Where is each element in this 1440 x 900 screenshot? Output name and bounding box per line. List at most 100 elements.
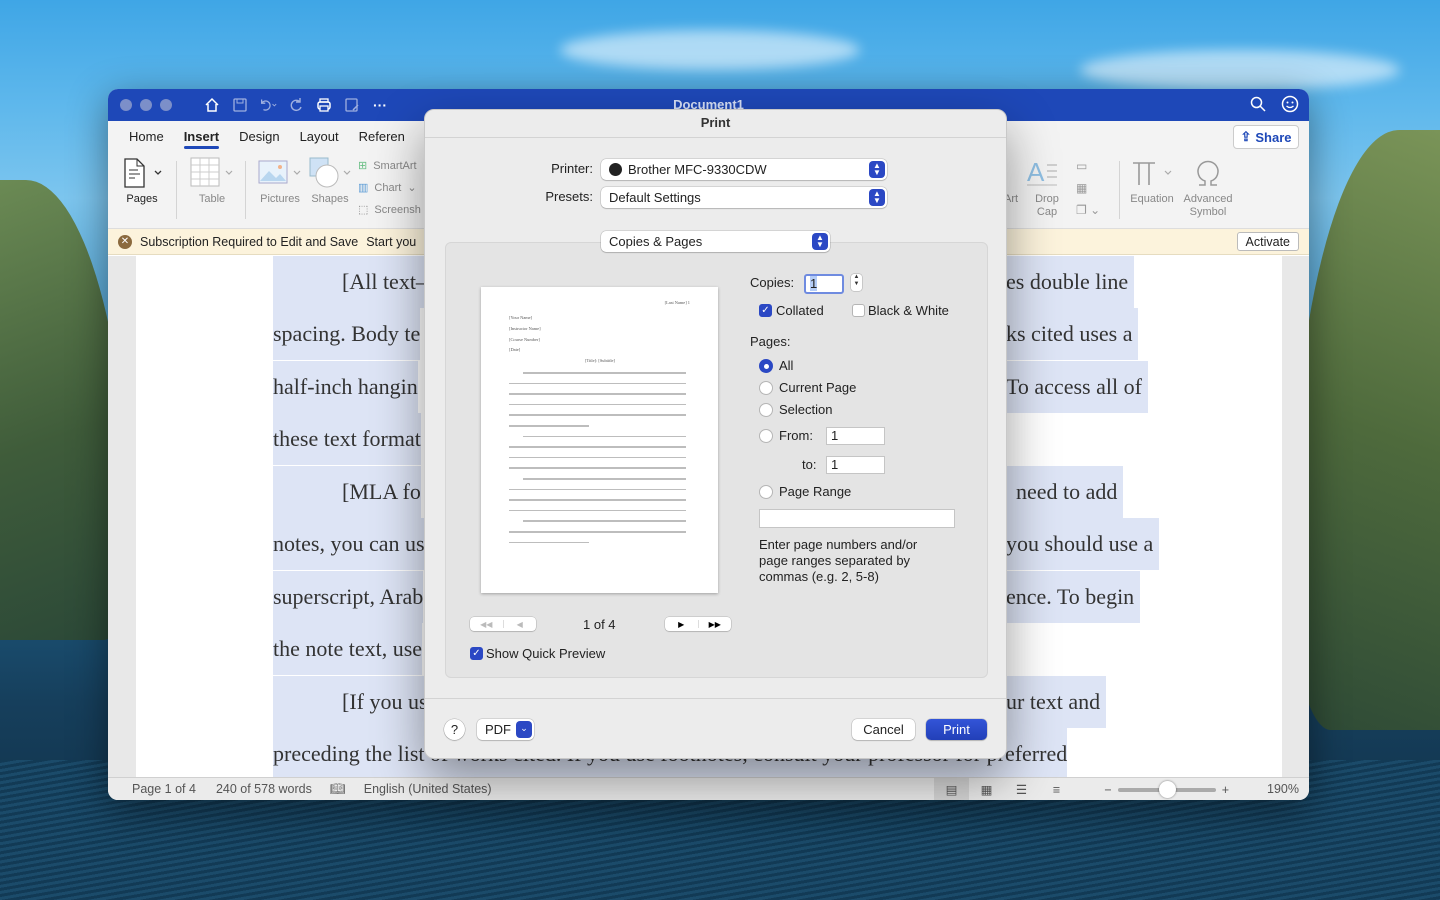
- chevron-down-icon: ⌄: [516, 721, 532, 738]
- doc-line: notes, you can us: [273, 518, 425, 570]
- object-icon[interactable]: ❐ ⌄: [1076, 199, 1100, 221]
- chart-icon: ▥: [358, 182, 369, 194]
- doc-line: [All text–: [273, 256, 427, 308]
- preview-text-line: [509, 425, 589, 427]
- tab-design[interactable]: Design: [229, 129, 289, 151]
- drop-cap-label: Drop Cap: [1035, 193, 1059, 218]
- presets-label: Presets:: [545, 189, 593, 204]
- screenshot-button[interactable]: ⬚ Screensh: [358, 199, 421, 221]
- zoom-percent[interactable]: 190%: [1267, 782, 1299, 796]
- collated-checkbox[interactable]: ✓: [759, 304, 772, 317]
- black-white-checkbox[interactable]: [852, 304, 865, 317]
- doc-line-right: ks cited uses a: [1006, 308, 1139, 360]
- tab-home[interactable]: Home: [119, 129, 174, 151]
- cancel-button[interactable]: Cancel: [852, 719, 915, 740]
- preview-text-line: [509, 499, 686, 501]
- header-icon[interactable]: ▭: [1076, 155, 1100, 177]
- show-quick-preview-label: Show Quick Preview: [486, 646, 606, 661]
- to-input[interactable]: 1: [826, 456, 885, 474]
- doc-line: superscript, Arab: [273, 571, 424, 623]
- preview-text-line: [509, 403, 686, 406]
- collated-label: Collated: [776, 303, 824, 318]
- draft-icon[interactable]: ≡: [1039, 778, 1074, 800]
- zoom-in-icon[interactable]: +: [1222, 783, 1229, 797]
- doc-line: half-inch hangin: [273, 361, 418, 413]
- pages-selection-radio[interactable]: [759, 403, 773, 417]
- zoom-slider-thumb[interactable]: [1158, 780, 1176, 798]
- from-input[interactable]: 1: [826, 427, 885, 445]
- tab-insert[interactable]: Insert: [174, 129, 229, 151]
- preview-text-line: [509, 541, 589, 544]
- page-range-input[interactable]: [759, 509, 955, 528]
- copies-stepper[interactable]: ▲ ▼: [851, 274, 862, 291]
- equation-label: Equation: [1130, 193, 1174, 205]
- section-select[interactable]: Copies & Pages ▲ ▼: [601, 231, 830, 252]
- doc-line-right: need to add: [1006, 466, 1124, 518]
- shapes-button[interactable]: Shapes: [308, 157, 352, 206]
- word-count[interactable]: 240 of 578 words: [216, 782, 312, 796]
- shapes-label: Shapes: [311, 193, 349, 205]
- print-dialog-title: Print: [425, 110, 1006, 138]
- page-count[interactable]: Page 1 of 4: [132, 782, 196, 796]
- separator: [176, 161, 177, 219]
- next-page-icon[interactable]: ▶: [665, 620, 698, 629]
- pages-selection-label: Selection: [779, 402, 833, 417]
- pages-from-label: From:: [779, 428, 813, 443]
- proofing-icon[interactable]: 📖︎: [330, 782, 346, 797]
- zoom-slider[interactable]: [1117, 780, 1216, 798]
- advanced-symbol-label: Advanced Symbol: [1183, 193, 1233, 218]
- table-button[interactable]: Table: [190, 157, 234, 206]
- presets-select[interactable]: Default Settings ▲ ▼: [601, 187, 887, 208]
- pictures-label: Pictures: [260, 193, 300, 205]
- previous-page-icon[interactable]: ◀: [504, 620, 537, 629]
- pictures-button[interactable]: Pictures: [258, 157, 302, 206]
- language[interactable]: English (United States): [364, 782, 492, 796]
- copies-input[interactable]: 1: [804, 274, 844, 294]
- pdf-menu-button[interactable]: PDF ⌄: [477, 719, 534, 740]
- first-prev-page-buttons: ◀◀ ◀: [470, 617, 536, 631]
- advanced-symbol-button[interactable]: Advanced Symbol: [1182, 157, 1234, 219]
- doc-line: [MLA fo: [273, 466, 421, 518]
- preview-text-line: [509, 488, 686, 491]
- drop-cap-button[interactable]: A Drop Cap: [1027, 157, 1061, 219]
- date-time-icon[interactable]: ▦: [1076, 177, 1100, 199]
- preview-header: [Last Name] 1: [664, 300, 690, 305]
- table-label: Table: [198, 193, 226, 205]
- pages-all-radio[interactable]: [759, 359, 773, 373]
- pages-from-radio[interactable]: [759, 429, 773, 443]
- pages-button[interactable]: Pages: [122, 157, 162, 206]
- title-bar-right: [1249, 95, 1299, 118]
- help-button[interactable]: ?: [444, 719, 465, 740]
- feedback-smiley-icon[interactable]: [1281, 95, 1299, 118]
- outline-icon[interactable]: ☰: [1004, 778, 1039, 800]
- show-quick-preview-checkbox[interactable]: ✓: [470, 647, 483, 660]
- share-button[interactable]: ⇪ Share: [1233, 125, 1299, 149]
- first-page-icon[interactable]: ◀◀: [470, 620, 503, 629]
- printer-select[interactable]: Brother MFC-9330CDW ▲ ▼: [601, 159, 887, 180]
- print-dialog: Print Printer: Brother MFC-9330CDW ▲ ▼ Pr…: [424, 109, 1007, 759]
- print-layout-icon[interactable]: ▤: [934, 778, 969, 800]
- smartart-button[interactable]: ⊞ SmartArt: [358, 155, 421, 177]
- chart-button[interactable]: ▥ Chart ⌄: [358, 177, 421, 199]
- dismiss-message-icon[interactable]: ✕: [118, 234, 132, 249]
- table-icon: [190, 157, 233, 187]
- zoom-control: − +: [1104, 778, 1229, 800]
- activate-button[interactable]: Activate: [1236, 232, 1299, 251]
- insert-small-group: ⊞ SmartArt ▥ Chart ⌄ ⬚ Screensh: [358, 155, 421, 221]
- search-icon[interactable]: [1249, 95, 1267, 118]
- hill-right: [1290, 130, 1440, 730]
- preview-title: [Title]: [Subtitle]: [585, 358, 615, 363]
- web-layout-icon[interactable]: ▦: [969, 778, 1004, 800]
- tab-references[interactable]: Referen: [349, 129, 415, 151]
- last-page-icon[interactable]: ▶▶: [699, 620, 732, 629]
- tab-layout[interactable]: Layout: [290, 129, 349, 151]
- omega-icon: [1197, 160, 1219, 186]
- pages-current-radio[interactable]: [759, 381, 773, 395]
- zoom-out-icon[interactable]: −: [1104, 783, 1111, 797]
- doc-line: the note text, use: [273, 623, 423, 675]
- preview-line: [Instructor Name]: [509, 326, 541, 331]
- doc-line: [If you us: [273, 676, 428, 728]
- page-range-radio[interactable]: [759, 485, 773, 499]
- print-button[interactable]: Print: [926, 719, 987, 740]
- equation-button[interactable]: Equation: [1130, 157, 1174, 206]
